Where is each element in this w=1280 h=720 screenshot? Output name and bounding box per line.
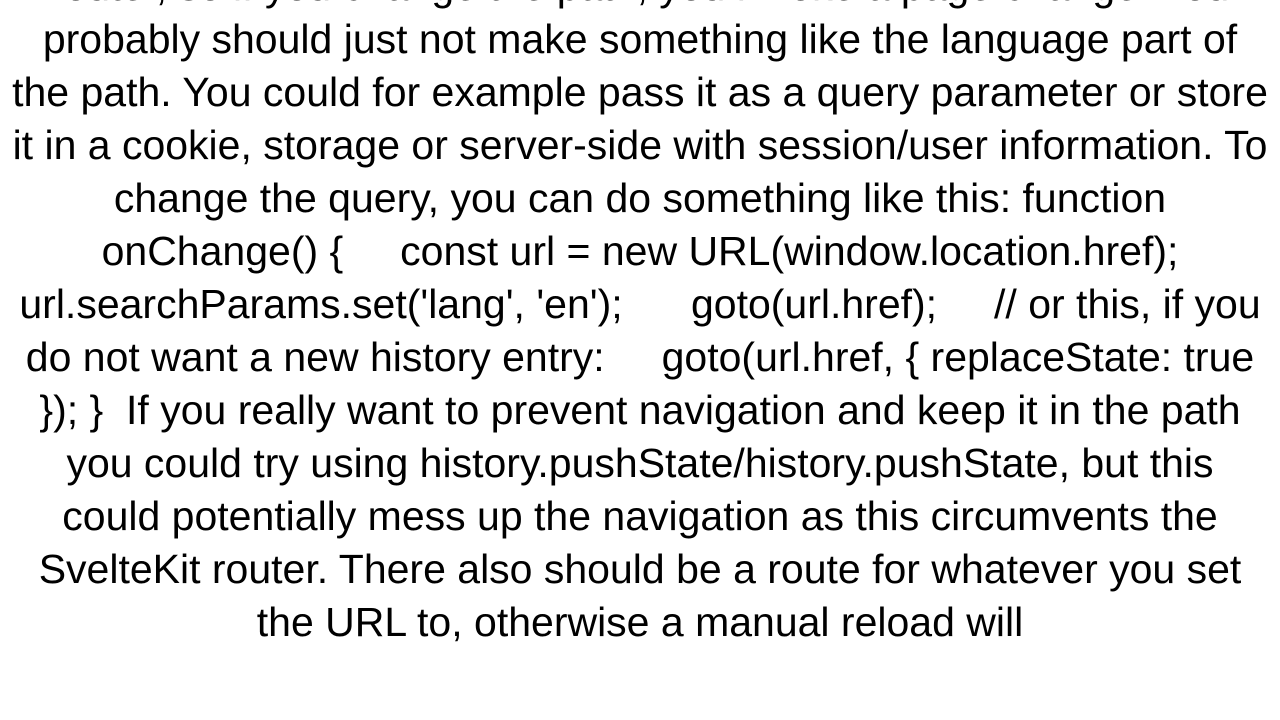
answer-body-text: router, so if you change the path, you i… <box>0 0 1280 649</box>
document-page: router, so if you change the path, you i… <box>0 0 1280 720</box>
